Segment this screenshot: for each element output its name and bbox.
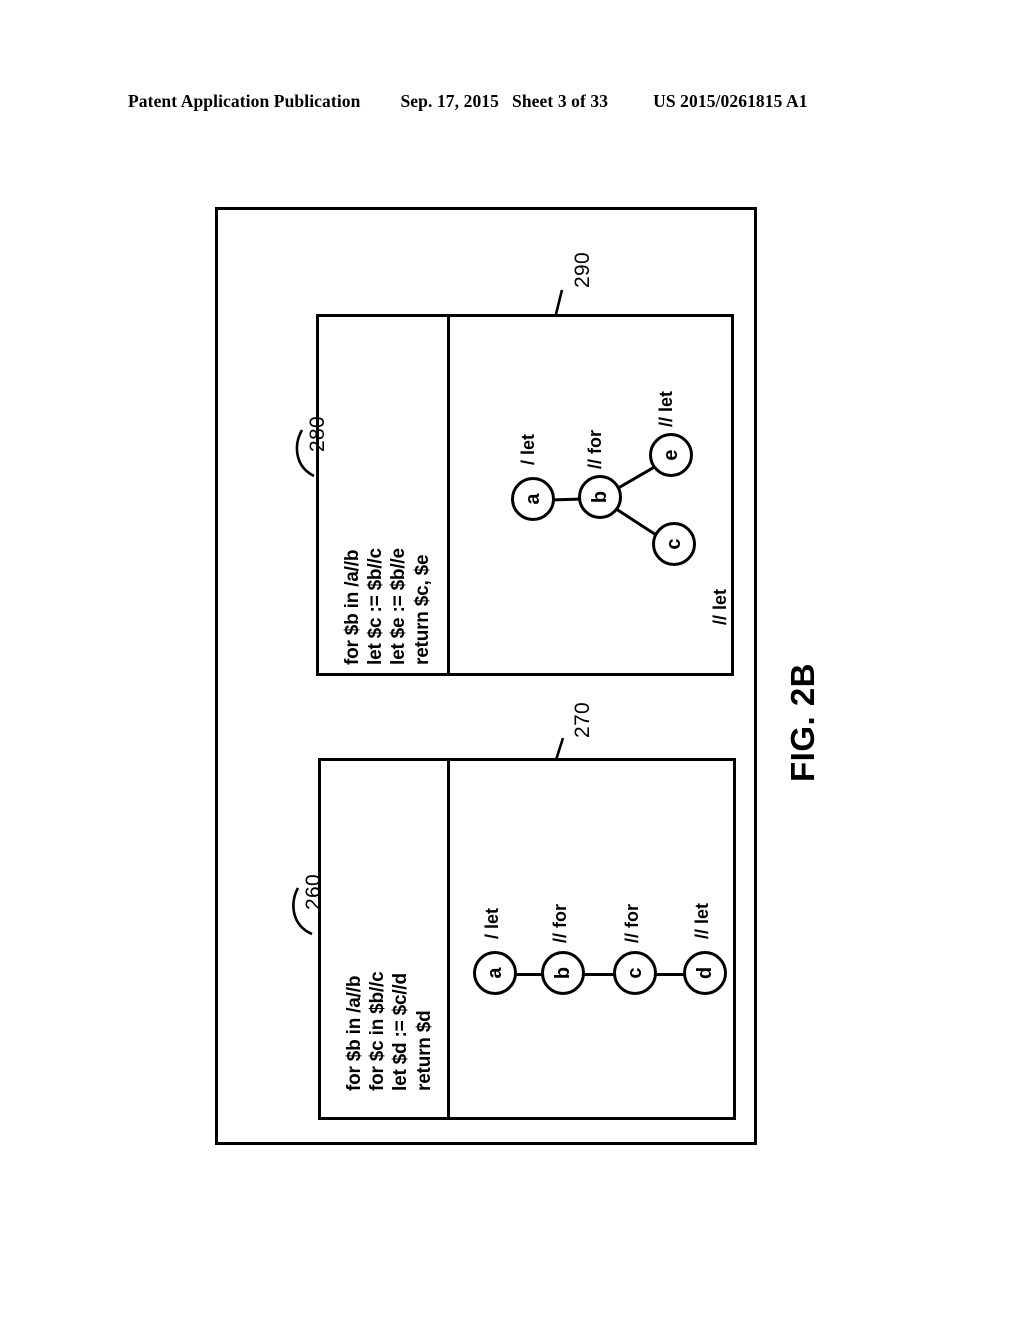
graph-node-c[interactable]: c bbox=[652, 522, 696, 566]
graph-node-a-label: a bbox=[522, 493, 544, 505]
panel-290-code-block: for $b in /a//b let $c := $b//c let $e :… bbox=[341, 548, 434, 665]
code-line: return $c, $e bbox=[411, 554, 433, 665]
graph-node-c[interactable]: c bbox=[613, 951, 657, 995]
code-line: for $b in /a//b bbox=[344, 975, 365, 1091]
graph-node-a[interactable]: a bbox=[511, 477, 555, 521]
code-line: for $c in $b//c bbox=[367, 971, 389, 1091]
header-sheet-label: Sheet 3 of 33 bbox=[512, 90, 609, 111]
graph-node-d-label: d bbox=[694, 966, 716, 980]
graph-axis-label-c: // let bbox=[710, 588, 730, 625]
panel-270-code-block: for $b in /a//b for $c in $b//c let $d :… bbox=[343, 972, 436, 1091]
graph-node-b[interactable]: b bbox=[578, 475, 622, 519]
header-publication-label: Patent Application Publication bbox=[128, 90, 361, 111]
graph-node-b[interactable]: b bbox=[541, 951, 585, 995]
code-line: let $d := $c//d bbox=[390, 973, 412, 1091]
graph-node-e-label: e bbox=[660, 449, 682, 461]
reference-numeral-270: 270 bbox=[571, 702, 594, 738]
panel-290-graph: a b e c / let // for // let // let bbox=[445, 317, 731, 673]
graph-axis-label-d: // let bbox=[692, 902, 712, 939]
figure-caption: FIG. 2B bbox=[784, 662, 821, 782]
leader-line-260 bbox=[292, 887, 313, 936]
graph-node-c-label: c bbox=[663, 538, 685, 550]
graph-node-d[interactable]: d bbox=[683, 951, 727, 995]
graph-node-b-label: b bbox=[552, 966, 574, 980]
graph-axis-label-b: // for bbox=[585, 430, 605, 469]
graph-axis-label-b: // for bbox=[550, 904, 570, 943]
code-line: let $c := $b//c bbox=[365, 548, 387, 665]
graph-axis-label-a: / let bbox=[482, 907, 502, 939]
panel-270-graph: a b c d / let // for // for // let bbox=[447, 761, 733, 1117]
header-patent-number: US 2015/0261815 A1 bbox=[653, 90, 808, 111]
graph-node-c-label: c bbox=[624, 967, 646, 979]
code-line: return $d bbox=[413, 1010, 435, 1091]
panel-290: for $b in /a//b let $c := $b//c let $e :… bbox=[316, 314, 734, 676]
graph-node-a[interactable]: a bbox=[473, 951, 517, 995]
leader-line-270 bbox=[554, 737, 565, 761]
reference-numeral-290: 290 bbox=[571, 252, 594, 288]
graph-axis-label-c: // for bbox=[622, 904, 642, 943]
patent-header: Patent Application Publication Sep. 17, … bbox=[128, 88, 896, 114]
graph-node-e[interactable]: e bbox=[649, 433, 693, 477]
header-date-label: Sep. 17, 2015 bbox=[400, 90, 500, 111]
graph-node-b-label: b bbox=[589, 490, 611, 504]
code-line: let $e := $b//e bbox=[388, 548, 410, 665]
leader-line-290 bbox=[554, 289, 564, 315]
code-line: for $b in /a//b bbox=[342, 549, 363, 665]
graph-node-a-label: a bbox=[484, 967, 506, 979]
panel-270: for $b in /a//b for $c in $b//c let $d :… bbox=[318, 758, 736, 1120]
leader-line-280 bbox=[295, 429, 315, 478]
graph-axis-label-e: // let bbox=[656, 390, 676, 427]
figure-outer-frame: for $b in /a//b let $c := $b//c let $e :… bbox=[215, 207, 757, 1145]
graph-axis-label-a: / let bbox=[518, 433, 538, 465]
